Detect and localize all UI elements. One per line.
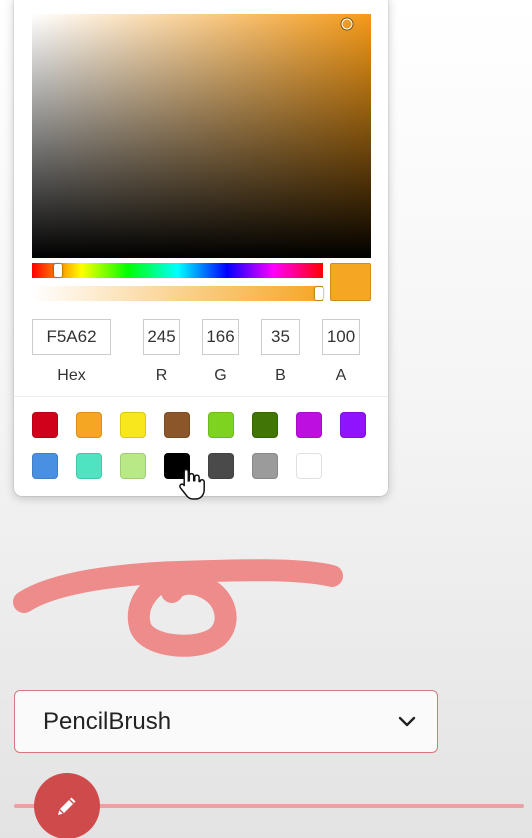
swatch-b8e986[interactable] <box>120 453 146 479</box>
swatch-9013fe[interactable] <box>340 412 366 438</box>
green-input[interactable] <box>202 319 239 355</box>
swatch-f8e71c[interactable] <box>120 412 146 438</box>
hex-field: Hex <box>32 319 111 385</box>
swatch-7ed321[interactable] <box>208 412 234 438</box>
alpha-field: A <box>322 319 360 385</box>
swatch-50e3c2[interactable] <box>76 453 102 479</box>
swatch-4a90e2[interactable] <box>32 453 58 479</box>
blue-field: B <box>261 319 300 385</box>
hue-slider-handle[interactable] <box>54 264 63 277</box>
swatch-417505[interactable] <box>252 412 278 438</box>
saturation-cursor[interactable] <box>341 18 353 30</box>
green-label: G <box>214 367 227 384</box>
alpha-label: A <box>335 367 347 384</box>
swatch-4a4a4a[interactable] <box>208 453 234 479</box>
brush-type-value: PencilBrush <box>43 707 172 735</box>
swatch-f5a623[interactable] <box>76 412 102 438</box>
chevron-down-icon <box>398 716 416 726</box>
brush-type-select[interactable]: PencilBrush <box>14 690 438 753</box>
red-input[interactable] <box>143 319 180 355</box>
alpha-slider[interactable] <box>32 286 323 301</box>
saturation-brightness-panel[interactable] <box>32 14 371 258</box>
hex-label: Hex <box>57 367 86 384</box>
blue-label: B <box>275 367 286 384</box>
alpha-slider-handle[interactable] <box>315 287 323 300</box>
hand-pointer-icon <box>179 468 205 500</box>
red-field: R <box>143 319 180 385</box>
canvas-drawing-stroke <box>13 559 343 657</box>
red-label: R <box>155 367 168 384</box>
swatch-d0021b[interactable] <box>32 412 58 438</box>
swatch-9b9b9b[interactable] <box>252 453 278 479</box>
brush-width-knob[interactable] <box>34 773 100 838</box>
color-picker-popover: Hex R G B A <box>14 0 388 500</box>
picker-divider <box>14 396 388 397</box>
swatch-ffffff[interactable] <box>296 453 322 479</box>
alpha-input[interactable] <box>322 319 360 355</box>
swatch-bd10e0[interactable] <box>296 412 322 438</box>
blue-input[interactable] <box>261 319 300 355</box>
pencil-icon <box>58 797 76 815</box>
green-field: G <box>202 319 239 385</box>
current-color-preview <box>330 263 371 301</box>
hue-slider[interactable] <box>32 263 323 278</box>
swatch-8b572a[interactable] <box>164 412 190 438</box>
hex-input[interactable] <box>32 319 111 355</box>
